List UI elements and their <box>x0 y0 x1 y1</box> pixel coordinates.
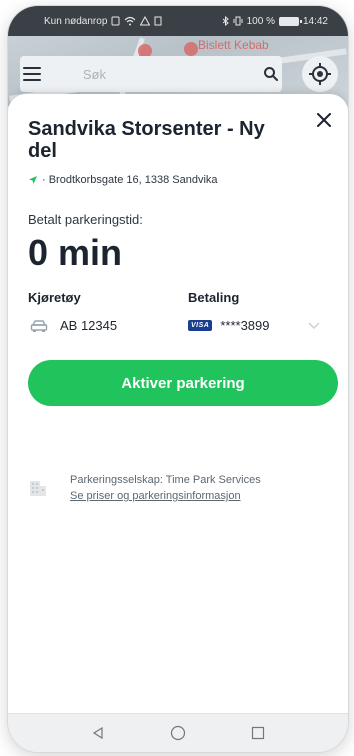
back-triangle-icon[interactable] <box>86 721 110 745</box>
payment-selector[interactable]: VISA ****3899 <box>188 318 328 333</box>
payment-header: Betaling <box>188 290 240 305</box>
vibrate-icon <box>233 16 243 26</box>
notification-icon <box>154 16 162 26</box>
hamburger-icon[interactable] <box>20 56 45 92</box>
phone-frame: Kun nødanrop 100 % 14:42 Bislett Kebab S… <box>8 6 348 752</box>
system-nav-bar <box>8 713 348 752</box>
poi-label[interactable]: Bislett Kebab <box>198 38 269 52</box>
carrier-text: Kun nødanrop <box>44 15 108 27</box>
battery-percent: 100 % <box>246 15 275 27</box>
paid-time-value: 0 min <box>28 232 123 273</box>
warning-icon <box>140 16 151 26</box>
visa-card-icon: VISA <box>188 320 213 331</box>
car-icon <box>30 319 48 332</box>
zone-title: Sandvika Storsenter - Ny del <box>28 118 265 162</box>
search-bar <box>20 56 282 92</box>
operator-info: Parkeringsselskap: Time Park Services Se… <box>28 472 328 504</box>
building-icon <box>30 481 46 496</box>
pricing-info-link[interactable]: Se priser og parkeringsinformasjon <box>70 488 261 504</box>
status-bar: Kun nødanrop 100 % 14:42 <box>8 6 348 36</box>
bluetooth-icon <box>222 16 229 26</box>
paid-time-label: Betalt parkeringstid: <box>28 212 143 227</box>
vehicle-selector[interactable]: AB 12345 <box>30 318 117 333</box>
restaurant-pin-icon[interactable] <box>184 42 198 56</box>
search-input[interactable] <box>44 58 261 90</box>
operator-name: Parkeringsselskap: Time Park Services <box>70 474 261 486</box>
clock: 14:42 <box>302 15 328 27</box>
navigation-arrow-icon <box>29 176 37 184</box>
vehicle-plate: AB 12345 <box>60 318 118 333</box>
search-icon[interactable] <box>261 66 282 82</box>
vehicle-header: Kjøretøy <box>28 290 81 305</box>
sim-icon <box>111 16 120 26</box>
zone-address: · Brodtkorbsgate 16, 1338 Sandvika <box>28 174 218 186</box>
recents-square-icon[interactable] <box>246 721 270 745</box>
wifi-icon <box>124 16 136 26</box>
card-number: ****3899 <box>220 318 270 333</box>
home-circle-icon[interactable] <box>166 721 190 745</box>
close-icon[interactable] <box>312 108 336 132</box>
activate-parking-button[interactable]: Aktiver parkering <box>28 360 338 406</box>
parking-detail-sheet: Sandvika Storsenter - Ny del · Brodtkorb… <box>8 94 348 714</box>
battery-icon <box>278 16 302 26</box>
locate-icon[interactable] <box>302 56 338 92</box>
address-text: · Brodtkorbsgate 16, 1338 Sandvika <box>42 174 218 186</box>
chevron-down-icon[interactable] <box>308 322 320 330</box>
